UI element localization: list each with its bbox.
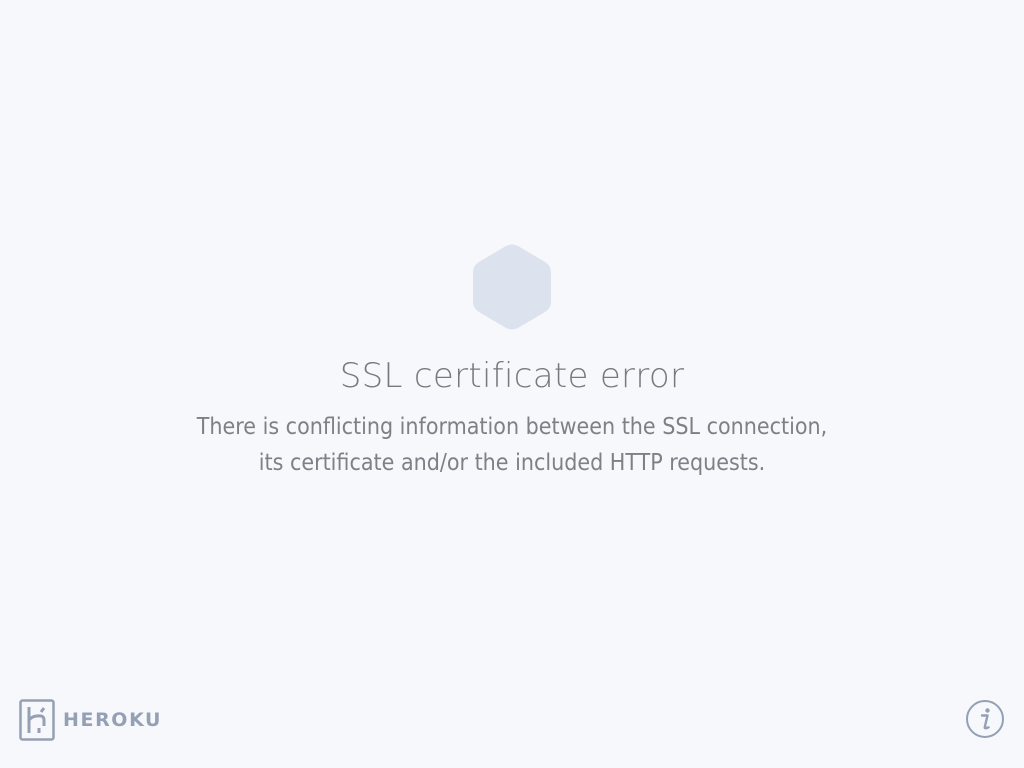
heroku-logo[interactable]: HEROKU: [19, 699, 162, 741]
info-icon: [966, 700, 1004, 738]
error-title: SSL certificate error: [339, 356, 685, 396]
heroku-brand-name: HEROKU: [63, 709, 163, 731]
heroku-logo-icon: [19, 699, 55, 741]
hexagon-icon: [473, 244, 551, 330]
error-message: There is conflicting information between…: [196, 414, 828, 476]
info-button[interactable]: [965, 699, 1005, 739]
